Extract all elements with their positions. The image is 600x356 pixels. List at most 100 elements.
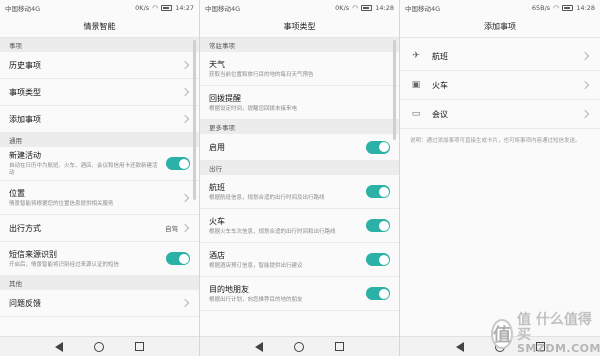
chevron-right-icon — [180, 193, 190, 202]
history-items-row[interactable]: 历史事项 — [0, 52, 199, 79]
panel-item-types: 中国移动4G 0K/s ◠ 14:28 事项类型 常驻事项 天气 获取当前位置和… — [200, 0, 399, 356]
chevron-right-icon — [580, 109, 590, 119]
row-label: 火车 — [209, 216, 225, 226]
row-label: 目的地朋友 — [209, 284, 249, 294]
back-icon[interactable] — [455, 341, 464, 352]
row-label: 事项类型 — [9, 87, 41, 97]
new-event-row[interactable]: 新建活动 自动在日历中为航班、火车、酒店、会议和信用卡还款新建活动 — [0, 147, 199, 181]
row-description: 根据酒店预订信息，智能提供出行建议 — [209, 262, 303, 269]
scrollbar[interactable] — [393, 40, 396, 140]
recents-icon[interactable] — [134, 342, 144, 351]
back-icon[interactable] — [55, 341, 64, 352]
watermark-en: SMZDM.COM — [517, 342, 600, 356]
carrier-label: 中国移动4G — [5, 5, 41, 13]
status-bar: 中国移动4G 0K/s ◠ 14:28 — [200, 0, 399, 16]
watermark: 值 值 什么值得买 SMZDM.COM — [491, 312, 600, 355]
chevron-right-icon — [180, 87, 190, 97]
wifi-icon: ◠ — [553, 4, 560, 12]
add-flight-row[interactable]: ✈ 航班 — [400, 42, 600, 71]
add-item-row[interactable]: 添加事项 — [0, 106, 199, 133]
row-label: 问题反馈 — [9, 298, 41, 308]
row-label: 启用 — [209, 142, 225, 152]
back-icon[interactable] — [255, 341, 264, 352]
add-meeting-row[interactable]: ▭ 会议 — [400, 100, 600, 129]
row-description: 开启后，情景智能将识别经过来源认证的短信 — [9, 261, 120, 268]
row-description: 情景智能将根据您的位置信息提供相关服务 — [9, 200, 114, 207]
chevron-right-icon — [580, 80, 590, 90]
row-label: 添加事项 — [9, 114, 41, 124]
train-icon: ▣ — [411, 80, 421, 90]
sms-source-toggle[interactable] — [166, 252, 190, 265]
status-bar: 中国移动4G 0K/s ◠ 14:27 — [0, 0, 199, 16]
network-speed: 0K/s — [135, 4, 150, 12]
page-title: 事项类型 — [200, 16, 399, 38]
watermark-cn: 值 什么值得买 — [517, 311, 592, 343]
settings-list: 事项 历史事项 事项类型 添加事项 通用 新建活动 自动在日历中为航班、火车、酒… — [0, 38, 199, 317]
row-label: 天气 — [209, 59, 225, 69]
recents-icon[interactable] — [334, 342, 344, 351]
feedback-row[interactable]: 问题反馈 — [0, 290, 199, 317]
meeting-icon: ▭ — [411, 109, 421, 119]
chevron-right-icon — [180, 60, 190, 70]
section-header-more: 更多事项 — [200, 120, 399, 134]
section-header-resident: 常驻事项 — [200, 38, 399, 52]
add-item-list: ✈ 航班 ▣ 火车 ▭ 会议 — [400, 42, 600, 129]
row-description: 根据设定时间，提醒您回拨未接来电 — [209, 105, 298, 112]
hotel-toggle[interactable] — [366, 253, 390, 266]
location-row[interactable]: 位置 情景智能将根据您的位置信息提供相关服务 — [0, 181, 199, 215]
network-speed: 0K/s — [335, 4, 350, 12]
new-event-toggle[interactable] — [166, 157, 190, 170]
airplane-icon: ✈ — [412, 51, 420, 61]
section-header-items: 事项 — [0, 38, 199, 52]
weather-row[interactable]: 天气 获取当前位置和旅行目的地的每日天气预告 — [200, 52, 399, 86]
row-description: 获取当前位置和旅行目的地的每日天气预告 — [209, 71, 314, 78]
train-row[interactable]: 火车 根据火车车次信息，规划合适的出行时间和出行路线 — [200, 209, 399, 243]
carrier-label: 中国移动4G — [405, 5, 441, 13]
nav-bar — [0, 336, 199, 356]
chevron-right-icon — [580, 51, 590, 61]
home-icon[interactable] — [293, 341, 304, 352]
carrier-label: 中国移动4G — [205, 5, 241, 13]
panel-add-item: 中国移动4G 65B/s ◠ 14:28 添加事项 ✈ 航班 ▣ 火车 ▭ 会议… — [400, 0, 600, 356]
wifi-icon: ◠ — [152, 4, 159, 12]
row-description: 自动在日历中为航班、火车、酒店、会议和信用卡还款新建活动 — [9, 163, 158, 176]
destination-friends-toggle[interactable] — [366, 287, 390, 300]
battery-icon — [361, 5, 373, 11]
scrollbar[interactable] — [193, 40, 196, 200]
flight-row[interactable]: 航班 根据航班信息，规划合适的出行时间及出行路线 — [200, 175, 399, 209]
destination-friends-row[interactable]: 目的地朋友 根据出行计划，向您推荐目的地的朋友 — [200, 277, 399, 311]
row-label: 回拨提醒 — [209, 93, 241, 103]
clock: 14:28 — [375, 4, 394, 12]
item-types-row[interactable]: 事项类型 — [0, 79, 199, 106]
hotel-row[interactable]: 酒店 根据酒店预订信息，智能提供出行建议 — [200, 243, 399, 277]
smzdm-logo: 值 — [491, 319, 513, 349]
row-description: 根据火车车次信息，规划合适的出行时间和出行路线 — [209, 228, 336, 235]
travel-mode-row[interactable]: 出行方式 自驾 — [0, 215, 199, 242]
wifi-icon: ◠ — [352, 4, 359, 12]
section-header-travel: 出行 — [200, 161, 399, 175]
page-title: 添加事项 — [400, 16, 600, 38]
chevron-right-icon — [180, 298, 190, 308]
section-header-general: 通用 — [0, 133, 199, 147]
home-icon[interactable] — [93, 341, 104, 352]
row-label: 会议 — [432, 109, 448, 119]
add-train-row[interactable]: ▣ 火车 — [400, 71, 600, 100]
row-label: 出行方式 — [9, 223, 41, 233]
battery-icon — [161, 5, 173, 11]
row-label: 火车 — [432, 80, 448, 90]
enable-toggle[interactable] — [366, 140, 390, 154]
callback-reminder-row[interactable]: 回拨提醒 根据设定时间，提醒您回拨未接来电 — [200, 86, 399, 120]
row-description: 根据航班信息，规划合适的出行时间及出行路线 — [209, 194, 325, 201]
enable-row[interactable]: 启用 — [200, 134, 399, 161]
flight-toggle[interactable] — [366, 185, 390, 198]
sms-source-row[interactable]: 短信来源识别 开启后，情景智能将识别经过来源认证的短信 — [0, 242, 199, 276]
nav-bar — [200, 336, 399, 356]
travel-mode-value: 自驾 — [165, 225, 178, 233]
clock: 14:28 — [576, 4, 595, 12]
row-description: 根据出行计划，向您推荐目的地的朋友 — [209, 296, 303, 303]
train-toggle[interactable] — [366, 219, 390, 232]
row-label: 历史事项 — [9, 60, 41, 70]
row-label: 短信来源识别 — [9, 249, 57, 259]
row-label: 酒店 — [209, 250, 225, 260]
status-bar: 中国移动4G 65B/s ◠ 14:28 — [400, 0, 600, 16]
